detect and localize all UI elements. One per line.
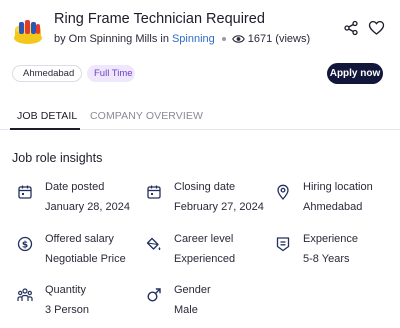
location-chip: Ahmedabad <box>12 65 82 82</box>
insight-quantity: Quantity 3 Person <box>17 284 142 324</box>
location-pin-icon <box>275 184 291 200</box>
tab-bar: JOB DETAIL COMPANY OVERVIEW <box>0 100 400 130</box>
heart-icon[interactable] <box>368 20 385 36</box>
eye-icon <box>231 34 245 44</box>
insight-career-level: Career level Experienced <box>146 233 271 273</box>
insight-label: Gender <box>174 284 211 296</box>
tab-company-overview[interactable]: COMPANY OVERVIEW <box>90 110 203 122</box>
company-by-text: by Om Spinning Mills in <box>54 33 169 45</box>
insight-label: Experience <box>303 233 359 245</box>
insight-value: February 27, 2024 <box>174 201 264 213</box>
job-title: Ring Frame Technician Required <box>54 11 265 27</box>
dollar-coin-icon: $ <box>17 236 33 252</box>
insight-closing-date: Closing date February 27, 2024 <box>146 181 271 221</box>
share-icon[interactable] <box>343 20 359 36</box>
insight-hiring-location: Hiring location Ahmedabad <box>275 181 400 221</box>
insight-label: Hiring location <box>303 181 373 193</box>
insight-value: 3 Person <box>45 304 90 316</box>
insight-experience: Experience 5-8 Years <box>275 233 400 273</box>
category-link[interactable]: Spinning <box>172 33 215 45</box>
gender-male-icon <box>146 287 162 303</box>
job-type-chip: Full Time <box>87 65 135 82</box>
people-icon <box>17 287 33 303</box>
svg-text:$: $ <box>22 240 28 250</box>
views-count: 1671 (views) <box>247 33 311 45</box>
section-title: Job role insights <box>12 151 103 165</box>
tab-job-detail[interactable]: JOB DETAIL <box>17 110 77 122</box>
insight-value: Ahmedabad <box>303 201 363 213</box>
job-meta: by Om Spinning Mills in Spinning 1671 (v… <box>54 33 310 45</box>
insight-value: Experienced <box>174 253 236 265</box>
job-header: Ring Frame Technician Required by Om Spi… <box>0 0 400 60</box>
insight-label: Career level <box>174 233 234 245</box>
separator-dot <box>221 37 226 41</box>
insight-offered-salary: $ Offered salary Negotiable Price <box>17 233 142 273</box>
job-type-label: Full Time <box>94 68 133 79</box>
insight-label: Date posted <box>45 181 105 193</box>
paint-bucket-icon <box>146 236 162 252</box>
insight-label: Quantity <box>45 284 86 296</box>
insight-label: Offered salary <box>45 233 114 245</box>
insight-value: January 28, 2024 <box>45 201 131 213</box>
calendar-icon <box>17 184 33 200</box>
insight-gender: Gender Male <box>146 284 271 324</box>
insight-value: Male <box>174 304 198 316</box>
company-logo <box>12 15 44 47</box>
insight-value: 5-8 Years <box>303 253 350 265</box>
badge-icon <box>275 236 291 252</box>
insight-value: Negotiable Price <box>45 253 126 265</box>
calendar-icon <box>146 184 162 200</box>
insight-label: Closing date <box>174 181 236 193</box>
active-tab-indicator <box>10 128 80 130</box>
apply-now-button[interactable]: Apply now <box>327 63 383 84</box>
insight-date-posted: Date posted January 28, 2024 <box>17 181 142 221</box>
location-chip-label: Ahmedabad <box>23 68 75 79</box>
